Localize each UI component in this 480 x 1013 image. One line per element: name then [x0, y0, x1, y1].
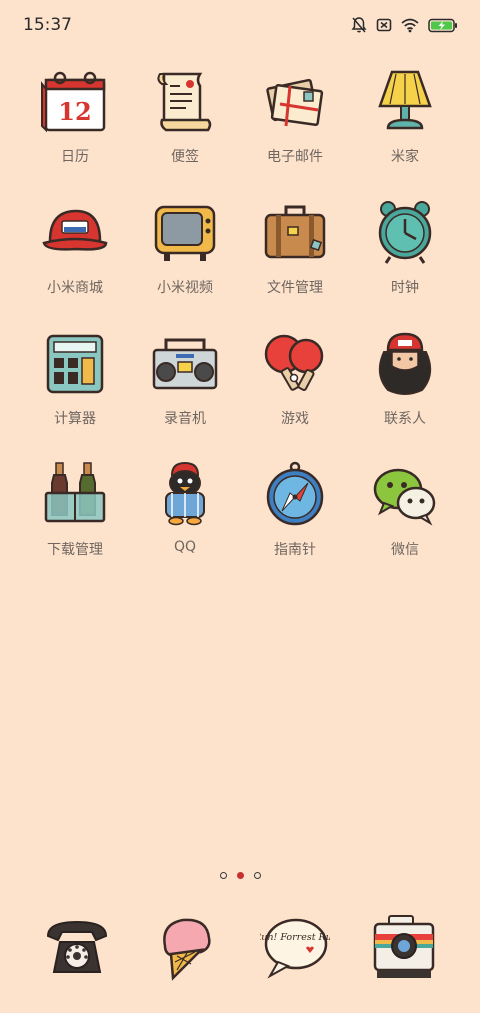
calendar-icon: 12 [41, 71, 106, 133]
app-label: 文件管理 [267, 280, 323, 296]
app-label: 小米商城 [47, 280, 103, 296]
calendar-date: 12 [58, 97, 91, 126]
app-games[interactable]: 游戏 [240, 328, 350, 459]
dock-messages[interactable]: Run! Forrest Run [240, 912, 349, 982]
app-label: 游戏 [281, 411, 309, 427]
speech-bubble-icon: Run! Forrest Run [260, 918, 330, 979]
app-calculator[interactable]: 计算器 [20, 328, 130, 459]
app-wechat[interactable]: 微信 [350, 459, 460, 590]
chat-bubbles-icon [373, 468, 436, 526]
bottles-icon [44, 462, 106, 523]
app-label: 时钟 [391, 280, 419, 296]
app-downloads[interactable]: 下载管理 [20, 459, 130, 590]
app-label: 小米视频 [157, 280, 213, 296]
app-label: 下载管理 [47, 542, 103, 558]
alarm-clock-icon [378, 201, 432, 264]
dock-camera[interactable] [349, 912, 458, 982]
app-mihome[interactable]: 米家 [350, 66, 460, 197]
app-contacts[interactable]: 联系人 [350, 328, 460, 459]
tv-icon [154, 205, 216, 261]
app-grid: 12 日历 便签 电子邮件 米家 小米商城 小米视频 文件管理 时钟 计算器 录… [0, 66, 480, 590]
dock-browser[interactable] [131, 912, 240, 982]
app-compass[interactable]: 指南针 [240, 459, 350, 590]
compass-icon [266, 461, 324, 526]
rotary-phone-icon [46, 920, 107, 973]
bell-off-icon [351, 16, 367, 38]
dock-phone[interactable] [22, 912, 131, 982]
lamp-icon [378, 70, 432, 130]
bearded-man-icon [378, 332, 432, 395]
app-row: 下载管理 QQ 指南针 微信 [0, 459, 480, 590]
app-mi-store[interactable]: 小米商城 [20, 197, 130, 328]
status-bar: 15:37 [0, 0, 480, 52]
app-label: 微信 [391, 542, 419, 558]
app-row: 小米商城 小米视频 文件管理 时钟 [0, 197, 480, 328]
app-file-manager[interactable]: 文件管理 [240, 197, 350, 328]
penguin-icon [165, 461, 205, 526]
app-email[interactable]: 电子邮件 [240, 66, 350, 197]
wifi-icon [401, 18, 419, 37]
status-icons [351, 16, 458, 38]
app-row: 计算器 录音机 游戏 联系人 [0, 328, 480, 459]
app-clock[interactable]: 时钟 [350, 197, 460, 328]
notes-scroll-icon [157, 72, 212, 132]
app-label: 米家 [391, 149, 419, 165]
calculator-icon [46, 334, 104, 394]
page-indicator [0, 872, 480, 879]
page-dot-active[interactable] [236, 872, 244, 879]
camera-icon [373, 915, 434, 978]
cap-icon [42, 209, 108, 251]
app-label: 日历 [61, 149, 89, 165]
email-letters-icon [266, 78, 324, 127]
app-label: 电子邮件 [267, 149, 323, 165]
ice-cream-icon [162, 918, 211, 981]
app-label: 便签 [171, 149, 199, 165]
battery-charging-icon [428, 18, 458, 37]
page-dot[interactable] [219, 872, 227, 879]
app-mi-video[interactable]: 小米视频 [130, 197, 240, 328]
app-label: 联系人 [384, 411, 426, 427]
app-label: 指南针 [274, 542, 316, 558]
app-row: 12 日历 便签 电子邮件 米家 [0, 66, 480, 197]
status-time: 15:37 [23, 15, 72, 35]
sim-off-icon [376, 17, 392, 37]
app-label: 计算器 [54, 411, 96, 427]
dock: Run! Forrest Run [0, 912, 480, 982]
app-label: 录音机 [164, 411, 206, 427]
suitcase-icon [264, 205, 326, 259]
app-recorder[interactable]: 录音机 [130, 328, 240, 459]
boombox-icon [152, 338, 218, 390]
app-calendar[interactable]: 12 日历 [20, 66, 130, 197]
app-qq[interactable]: QQ [130, 459, 240, 590]
ping-pong-icon [264, 334, 324, 392]
app-notes[interactable]: 便签 [130, 66, 240, 197]
page-dot[interactable] [253, 872, 261, 879]
bubble-text: Run! Forrest Run [260, 932, 330, 943]
app-label: QQ [173, 539, 197, 555]
